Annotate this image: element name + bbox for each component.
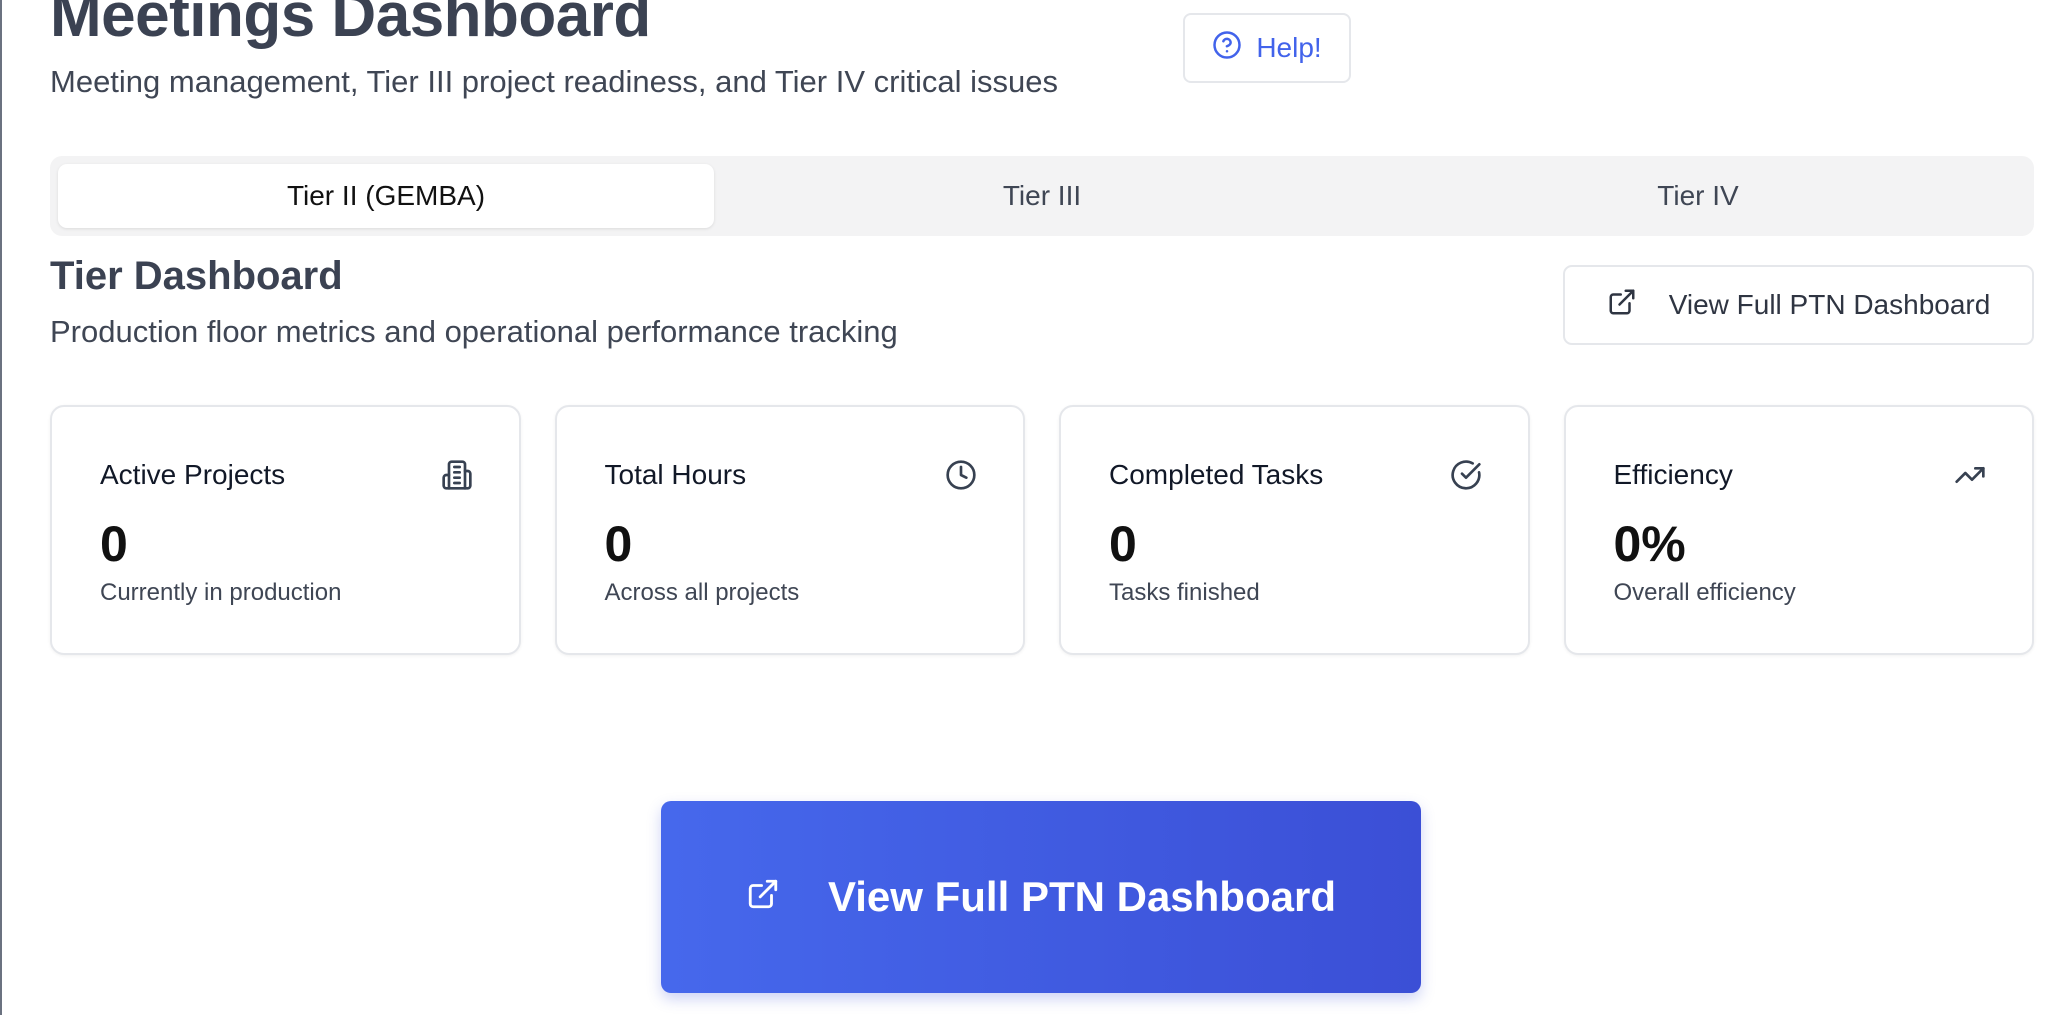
- metric-label: Active Projects: [100, 459, 286, 490]
- view-ptn-dashboard-button[interactable]: View Full PTN Dashboard: [1563, 265, 2034, 345]
- metric-card-completed-tasks: Completed Tasks 0 Tasks finished: [1059, 405, 1530, 655]
- metric-description: Overall efficiency: [1613, 579, 1796, 606]
- page-subtitle: Meeting management, Tier III project rea…: [50, 64, 1058, 99]
- metric-description: Across all projects: [604, 579, 800, 606]
- page-title: Meetings Dashboard: [50, 0, 651, 50]
- metric-description: Currently in production: [100, 579, 342, 606]
- external-link-icon: [746, 873, 780, 921]
- view-ptn-dashboard-label: View Full PTN Dashboard: [1668, 289, 1991, 320]
- metric-label: Efficiency: [1613, 459, 1733, 490]
- section-title: Tier Dashboard: [50, 254, 343, 298]
- window-left-border: [0, 0, 2, 1015]
- section-subtitle: Production floor metrics and operational…: [50, 314, 898, 349]
- metrics-row: Active Projects 0 Currently in productio…: [50, 405, 2034, 655]
- help-button[interactable]: Help!: [1183, 13, 1351, 83]
- metric-value: 0: [100, 516, 128, 572]
- clock-icon: [945, 459, 977, 491]
- check-circle-icon: [1450, 459, 1482, 491]
- metric-label: Total Hours: [604, 459, 747, 490]
- metric-value: 0: [604, 516, 633, 572]
- metric-value: 0: [1109, 516, 1137, 572]
- tab-tier-iii[interactable]: Tier III: [714, 164, 1370, 228]
- metric-value: 0%: [1613, 516, 1686, 572]
- tab-tier-iv[interactable]: Tier IV: [1370, 164, 2026, 228]
- metric-card-active-projects: Active Projects 0 Currently in productio…: [50, 405, 521, 655]
- trending-up-icon: [1954, 459, 1986, 491]
- view-full-ptn-dashboard-cta[interactable]: View Full PTN Dashboard: [661, 801, 1421, 993]
- metric-description: Tasks finished: [1109, 579, 1260, 606]
- metric-card-efficiency: Efficiency 0% Overall efficiency: [1563, 405, 2034, 655]
- metric-card-total-hours: Total Hours 0 Across all projects: [554, 405, 1025, 655]
- help-button-label: Help!: [1256, 32, 1322, 63]
- tab-tier-ii-gemba[interactable]: Tier II (GEMBA): [58, 164, 714, 228]
- building-icon: [441, 459, 473, 491]
- cta-label: View Full PTN Dashboard: [828, 873, 1336, 920]
- metric-label: Completed Tasks: [1109, 459, 1324, 490]
- help-circle-icon: [1212, 30, 1242, 67]
- tier-tabs: Tier II (GEMBA) Tier III Tier IV: [50, 156, 2034, 236]
- external-link-icon: [1607, 287, 1637, 324]
